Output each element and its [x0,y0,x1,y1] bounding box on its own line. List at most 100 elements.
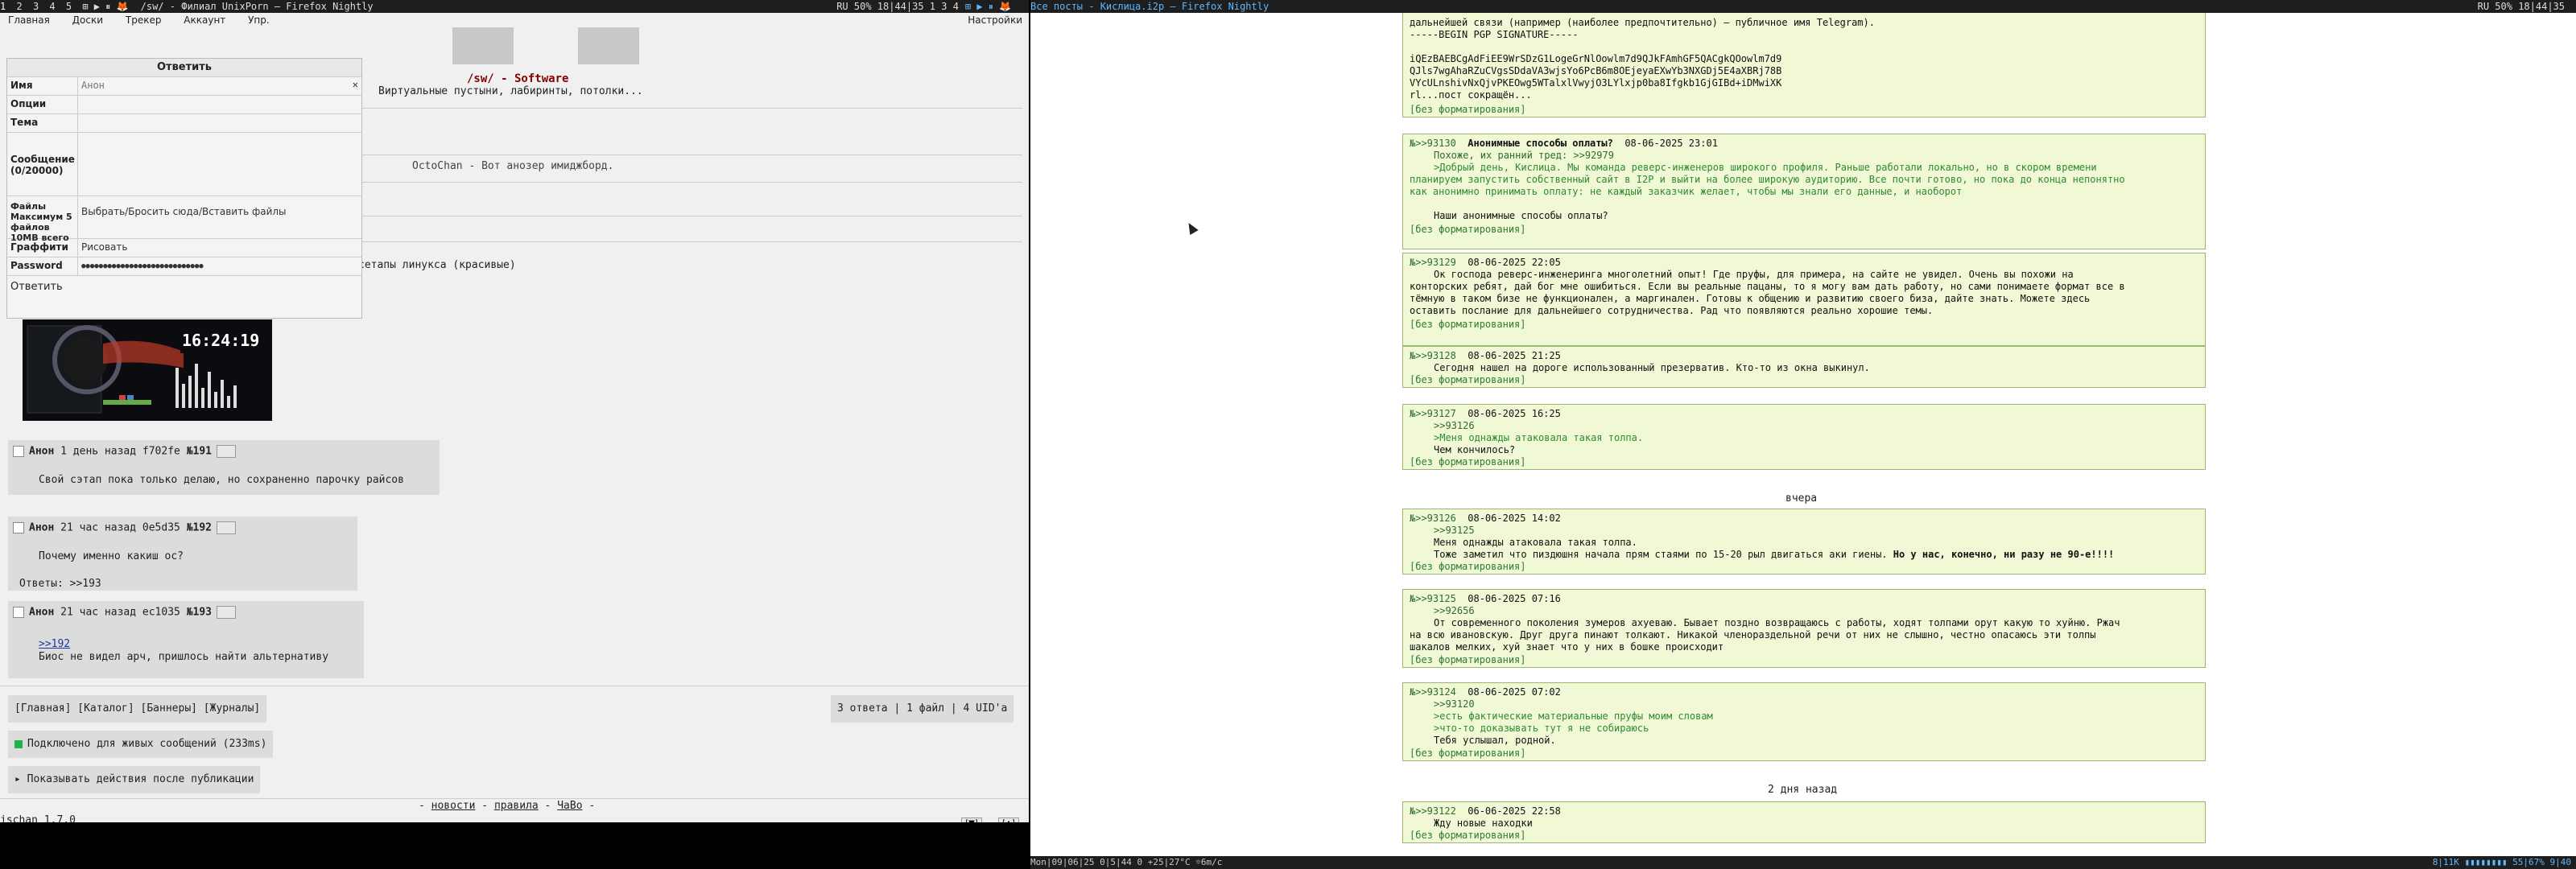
show-actions-toggle[interactable]: ▸ Показывать действия после публикации [8,766,261,793]
password-input[interactable]: ●●●●●●●●●●●●●●●●●●●●●●●●●●●● [78,257,361,275]
nav-manage[interactable]: Упр. [248,14,270,26]
scroll-top-button[interactable]: [▲] [998,818,1019,822]
post-time: 1 день назад [60,445,137,458]
bottom-status-bar: Mon|09|06|25 0|5|44 0 +25|27°C ☼6m/c 8|1… [1030,856,2576,869]
quote-link[interactable]: >>93120 [1434,698,1475,710]
post-truncated[interactable]: rl...пост сокращён... [1410,89,1532,101]
post-time: 21 час назад [60,606,137,619]
post-checkbox[interactable] [13,446,24,457]
workspace-5[interactable]: 5 [66,1,72,12]
divider [354,182,1022,183]
name-input[interactable] [81,80,358,91]
window-title: /sw/ - Филиал UnixPorn — Firefox Nightly [140,1,374,12]
scroll-bottom-button[interactable]: [▼] [961,818,982,822]
post-checkbox[interactable] [13,522,24,533]
file-dropzone[interactable]: Выбрать/Бросить сюда/Вставить файлы [78,196,361,238]
feed-post: №>>93126 08-06-2025 14:02 >>93125 Меня о… [1402,509,2206,575]
raw-format-link[interactable]: [без форматирования] [1410,374,1526,385]
post-image[interactable]: 16:24:19 [23,319,272,421]
feed-post: дальнейшей связи (например (наиболее пре… [1402,13,2206,117]
reply-form-title[interactable]: Ответить [7,59,361,77]
version-info: jschan 1.7.0 [0,814,76,822]
news-link[interactable]: новости [431,800,476,812]
post-replies[interactable]: Ответы: >>193 [19,578,101,590]
status-indicators: RU 50% 18|44|35 [2477,1,2565,12]
post-uid[interactable]: f702fe [142,446,180,458]
feed-post: №>>93130 Анонимные способы оплаты? 08-06… [1402,134,2206,249]
post-number[interactable]: №>>93124 [1410,686,1456,698]
raw-format-link[interactable]: [без форматирования] [1410,561,1526,572]
post-menu-button[interactable] [217,521,236,534]
message-textarea[interactable] [78,133,361,196]
close-icon[interactable]: ✕ [353,79,358,90]
submit-button[interactable]: Ответить [7,276,361,298]
post-date: 08-06-2025 23:01 [1624,138,1718,149]
footer-nav: - новости - правила - ЧаВо - [419,800,596,812]
top-nav: Главная Доски Трекер Аккаунт Упр. Настро… [0,13,1029,27]
post-number[interactable]: №>>93127 [1410,408,1456,419]
post-number[interactable]: №>>93128 [1410,350,1456,361]
workspace-2[interactable]: 2 [16,1,22,12]
raw-format-link[interactable]: [без форматирования] [1410,224,1526,235]
draw-button[interactable]: Рисовать [78,239,361,257]
announcement: OctoChan - Вот анозер имиджборд. [412,160,614,172]
nav-tracker[interactable]: Трекер [126,14,162,26]
post-author: Анон [29,606,55,619]
faq-link[interactable]: ЧаВо [557,800,582,812]
reply-post: Анон 21 час назад ec1035 №193 >>192 Биос… [8,601,364,678]
reply-form: Ответить Имя ✕ Опции Тема Сообщение (0/2… [6,58,362,319]
quote-link[interactable]: >>93126 [1434,420,1475,431]
post-number[interactable]: №>>93130 [1410,138,1456,149]
footer-links[interactable]: [Главная] [Каталог] [Баннеры] [Журналы] [8,695,267,723]
post-time: 21 час назад [60,521,137,534]
options-label: Опции [7,96,78,113]
banner-placeholder [452,27,514,64]
nav-home[interactable]: Главная [8,14,50,26]
reply-post: Анон 1 день назад f702fe №191 Свой сэтап… [8,440,440,495]
post-number[interactable]: №193 [187,607,212,619]
raw-format-link[interactable]: [без форматирования] [1410,654,1526,665]
post-number[interactable]: №>>93122 [1410,805,1456,817]
divider [354,241,1022,242]
post-text: Биос не видел арч, пришлось найти альтер… [39,651,329,663]
raw-format-link[interactable]: [без форматирования] [1410,104,1526,115]
workspace-3[interactable]: 3 [33,1,39,12]
subject-label: Тема [7,114,78,132]
raw-format-link[interactable]: [без форматирования] [1410,830,1526,841]
message-label: Сообщение (0/20000) [7,133,78,196]
post-uid[interactable]: 0e5d35 [142,522,180,534]
post-menu-button[interactable] [217,606,236,619]
quote-link[interactable]: >>93125 [1434,525,1475,536]
divider [354,108,1022,109]
nav-account[interactable]: Аккаунт [184,14,225,26]
post-checkbox[interactable] [13,607,24,618]
nav-boards[interactable]: Доски [72,14,103,26]
feed-post: №>>93129 08-06-2025 22:05 Ок господа рев… [1402,253,2206,346]
post-author: Анон [29,521,55,534]
workspace-4[interactable]: 4 [49,1,55,12]
post-number[interactable]: №>>93126 [1410,513,1456,524]
divider [0,798,1029,799]
raw-format-link[interactable]: [без форматирования] [1410,748,1526,759]
post-menu-button[interactable] [217,445,236,458]
options-input[interactable] [81,98,358,109]
post-number[interactable]: №192 [187,522,212,534]
raw-format-link[interactable]: [без форматирования] [1410,319,1526,330]
post-number[interactable]: №>>93125 [1410,593,1456,604]
post-number[interactable]: №>>93129 [1410,257,1456,268]
post-number[interactable]: №191 [187,446,212,458]
layout-icon[interactable]: ⊞ ▶ ⏸ 🦊 [82,1,128,12]
feed-post: №>>93127 08-06-2025 16:25 >>93126 >Меня … [1402,404,2206,470]
right-topbar: Все посты - Кислица.i2p — Firefox Nightl… [1030,0,2576,13]
raw-format-link[interactable]: [без форматирования] [1410,456,1526,467]
feed-post: №>>93124 08-06-2025 07:02 >>93120 >есть … [1402,682,2206,761]
quote-link[interactable]: >>92656 [1434,605,1475,616]
nav-settings[interactable]: Настройки [968,13,1022,27]
subject-input[interactable] [81,117,358,128]
jschan-link[interactable]: jschan [0,814,38,822]
divider [354,154,1022,155]
workspace-1[interactable]: 1 [0,1,6,12]
post-uid[interactable]: ec1035 [142,607,180,619]
rules-link[interactable]: правила [494,800,539,812]
quote-link[interactable]: >>192 [39,638,70,650]
